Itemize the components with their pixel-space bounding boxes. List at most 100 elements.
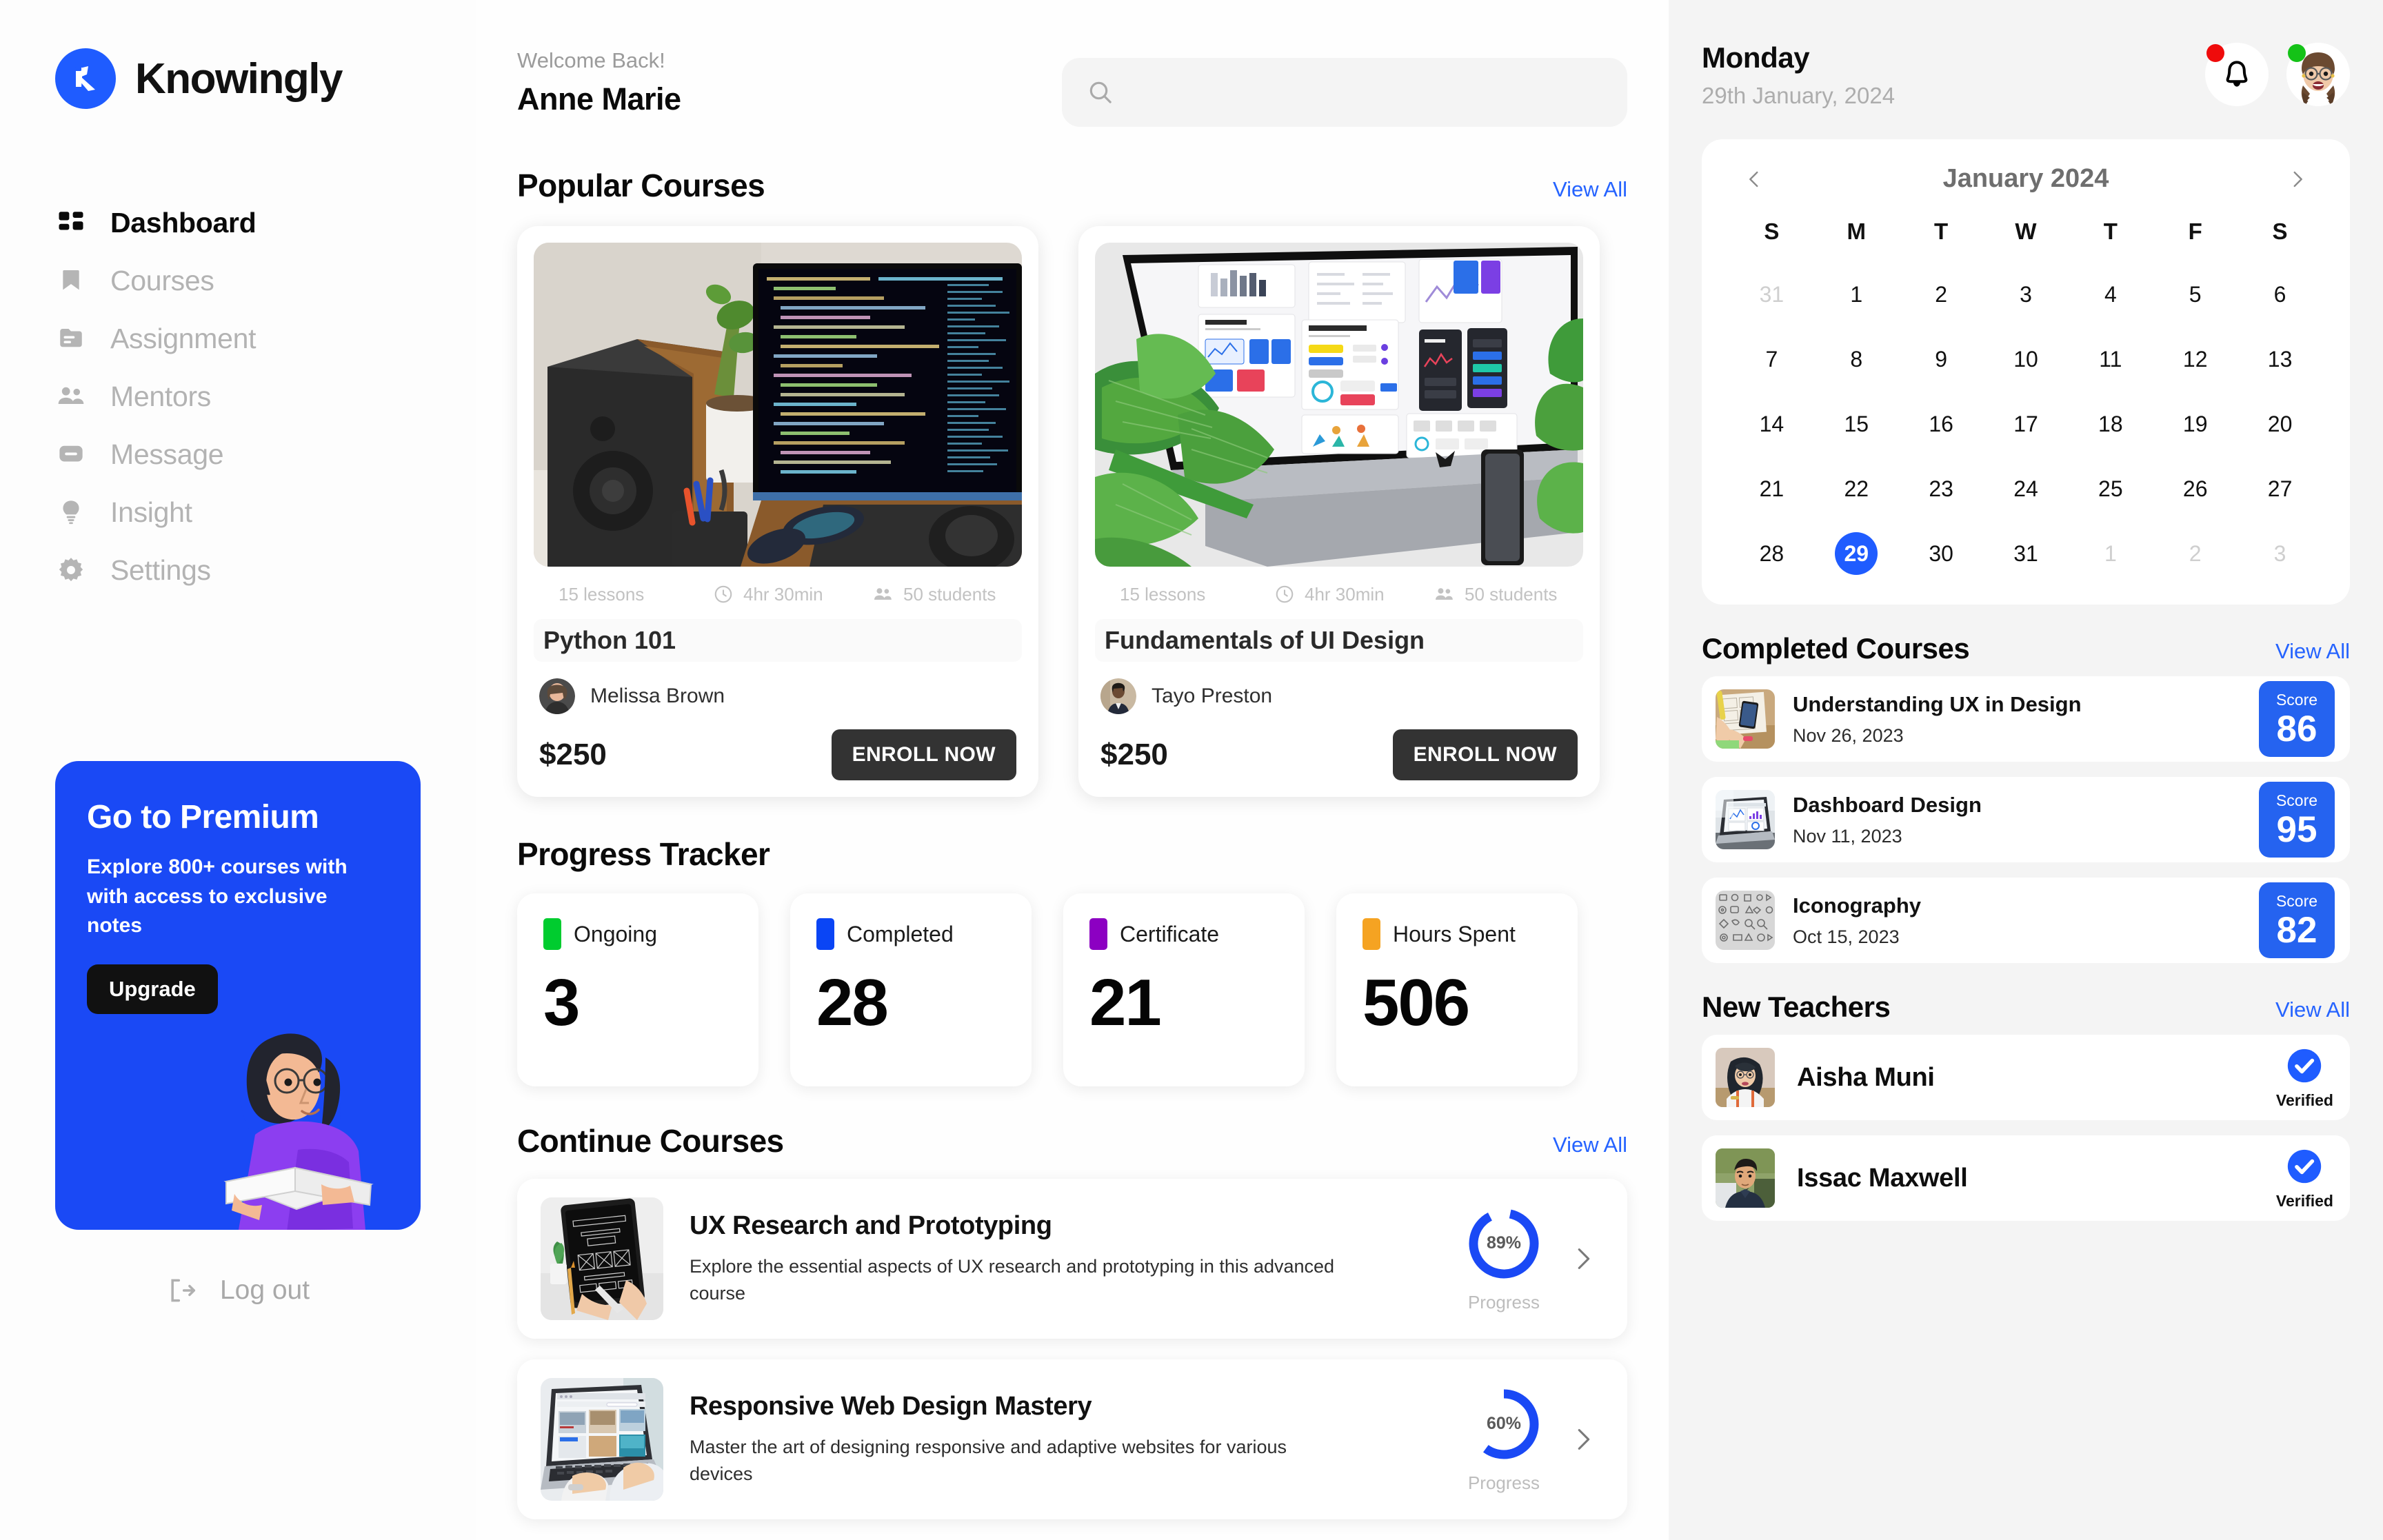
reading-woman-illustration [223, 1033, 374, 1230]
calendar-day-selected[interactable]: 29 [1835, 532, 1878, 575]
calendar-day[interactable]: 25 [2089, 467, 2132, 510]
teacher-name: Issac Maxwell [1797, 1163, 1968, 1193]
continue-course-title: Responsive Web Design Mastery [690, 1392, 1092, 1421]
calendar-day[interactable]: 2 [1920, 273, 1962, 316]
calendar-cell: 5 [2153, 267, 2238, 322]
calendar-day[interactable]: 1 [1835, 273, 1878, 316]
teacher-row[interactable]: Aisha Muni Verified [1702, 1035, 2350, 1120]
sidebar-item-assignment[interactable]: Assignment [55, 313, 421, 364]
calendar-day[interactable]: 14 [1750, 403, 1793, 445]
calendar-day[interactable]: 23 [1920, 467, 1962, 510]
calendar-day[interactable]: 11 [2089, 338, 2132, 381]
continue-course-row[interactable]: UX Research and Prototyping Explore the … [517, 1179, 1627, 1339]
calendar-day[interactable]: 5 [2174, 273, 2217, 316]
calendar-day[interactable]: 6 [2259, 273, 2302, 316]
calendar-day[interactable]: 16 [1920, 403, 1962, 445]
calendar-day[interactable]: 3 [2004, 273, 2047, 316]
weekday-label: M [1847, 219, 1867, 244]
sidebar-item-message[interactable]: Message [55, 429, 421, 480]
course-title: Fundamentals of UI Design [1095, 619, 1583, 662]
completed-course-date: Nov 11, 2023 [1793, 825, 1902, 847]
sidebar-item-dashboard[interactable]: Dashboard [55, 197, 421, 248]
notifications-button[interactable] [2205, 43, 2269, 106]
right-panel-header: Monday 29th January, 2024 [1702, 41, 2350, 109]
calendar-day[interactable]: 28 [1750, 532, 1793, 575]
calendar-day[interactable]: 9 [1920, 338, 1962, 381]
calendar-cell: 17 [1984, 396, 2069, 452]
stat-label: Completed [847, 921, 954, 946]
course-meta: 15 lessons 4hr 30min 50 students [1095, 583, 1583, 605]
sidebar-item-label: Assignment [110, 322, 257, 354]
calendar-day[interactable]: 31 [1750, 273, 1793, 316]
enroll-button[interactable]: ENROLL NOW [1392, 729, 1578, 780]
enroll-button[interactable]: ENROLL NOW [831, 729, 1016, 780]
popular-view-all-link[interactable]: View All [1553, 177, 1627, 202]
brand-logo[interactable]: Knowingly [55, 48, 421, 109]
calendar-day[interactable]: 30 [1920, 532, 1962, 575]
calendar-day[interactable]: 10 [2004, 338, 2047, 381]
weekday-label: F [2188, 219, 2202, 244]
completed-course-title: Dashboard Design [1793, 792, 1982, 817]
verified-badge: Verified [2276, 1146, 2333, 1210]
color-swatch-icon [1363, 918, 1380, 950]
completed-course-row[interactable]: Dashboard Design Nov 11, 2023 Score 95 [1702, 777, 2350, 862]
course-card[interactable]: 15 lessons 4hr 30min 50 students [1078, 226, 1600, 797]
calendar-cell: 7 [1729, 332, 1814, 387]
course-card[interactable]: 15 lessons 4hr 30min 50 students [517, 226, 1038, 797]
weekday-label: T [2103, 219, 2118, 244]
popular-courses-grid: 15 lessons 4hr 30min 50 students Python … [517, 226, 1627, 797]
continue-view-all-link[interactable]: View All [1553, 1133, 1627, 1157]
sidebar-item-mentors[interactable]: Mentors [55, 371, 421, 422]
calendar-day[interactable]: 19 [2174, 403, 2217, 445]
teachers-view-all-link[interactable]: View All [2275, 997, 2350, 1022]
calendar-day[interactable]: 7 [1750, 338, 1793, 381]
avatar [1100, 678, 1136, 714]
calendar-cell: 16 [1899, 396, 1984, 452]
calendar-day[interactable]: 1 [2089, 532, 2132, 575]
chevron-right-icon[interactable] [1562, 1424, 1604, 1455]
calendar-day[interactable]: 15 [1835, 403, 1878, 445]
calendar-day[interactable]: 26 [2174, 467, 2217, 510]
calendar-day[interactable]: 13 [2259, 338, 2302, 381]
teacher-row[interactable]: Issac Maxwell Verified [1702, 1135, 2350, 1221]
calendar-day[interactable]: 27 [2259, 467, 2302, 510]
duration-meta: 4hr 30min [713, 584, 872, 605]
brand-name: Knowingly [135, 54, 343, 103]
calendar-day[interactable]: 18 [2089, 403, 2132, 445]
sidebar-item-settings[interactable]: Settings [55, 545, 421, 596]
profile-button[interactable] [2286, 43, 2350, 106]
completed-course-row[interactable]: Understanding UX in Design Nov 26, 2023 … [1702, 676, 2350, 762]
sidebar-item-courses[interactable]: Courses [55, 255, 421, 306]
progress-caption: Progress [1467, 1472, 1540, 1493]
calendar-day[interactable]: 22 [1835, 467, 1878, 510]
chevron-right-icon[interactable] [1562, 1243, 1604, 1275]
calendar-day[interactable]: 12 [2174, 338, 2217, 381]
online-status-dot [2288, 44, 2306, 62]
search-input[interactable] [1131, 79, 1602, 105]
calendar-day[interactable]: 17 [2004, 403, 2047, 445]
logout-icon [166, 1275, 197, 1306]
calendar-cell: 2 [2153, 526, 2238, 581]
sidebar-item-label: Courses [110, 264, 214, 296]
new-teachers-list: Aisha Muni Verified Issac Maxwell Verifi… [1702, 1035, 2350, 1221]
calendar-day[interactable]: 20 [2259, 403, 2302, 445]
sidebar-item-insight[interactable]: Insight [55, 487, 421, 538]
calendar-day[interactable]: 8 [1835, 338, 1878, 381]
lessons-meta: 15 lessons [1102, 584, 1274, 605]
calendar-day[interactable]: 3 [2259, 532, 2302, 575]
search-bar[interactable] [1062, 58, 1627, 127]
continue-course-body: UX Research and Prototyping Explore the … [663, 1211, 1445, 1306]
calendar-day[interactable]: 4 [2089, 273, 2132, 316]
chevron-right-icon[interactable] [2282, 168, 2313, 191]
calendar-day[interactable]: 2 [2174, 532, 2217, 575]
course-thumbnail-laptop-dashboard [1716, 790, 1775, 849]
chevron-left-icon[interactable] [1739, 168, 1769, 191]
completed-course-row[interactable]: Iconography Oct 15, 2023 Score 82 [1702, 878, 2350, 963]
logout-button[interactable]: Log out [55, 1275, 421, 1306]
completed-view-all-link[interactable]: View All [2275, 639, 2350, 664]
calendar-day[interactable]: 21 [1750, 467, 1793, 510]
calendar-day[interactable]: 31 [2004, 532, 2047, 575]
continue-course-row[interactable]: Responsive Web Design Mastery Master the… [517, 1359, 1627, 1519]
sidebar-item-label: Message [110, 438, 224, 470]
calendar-day[interactable]: 24 [2004, 467, 2047, 510]
